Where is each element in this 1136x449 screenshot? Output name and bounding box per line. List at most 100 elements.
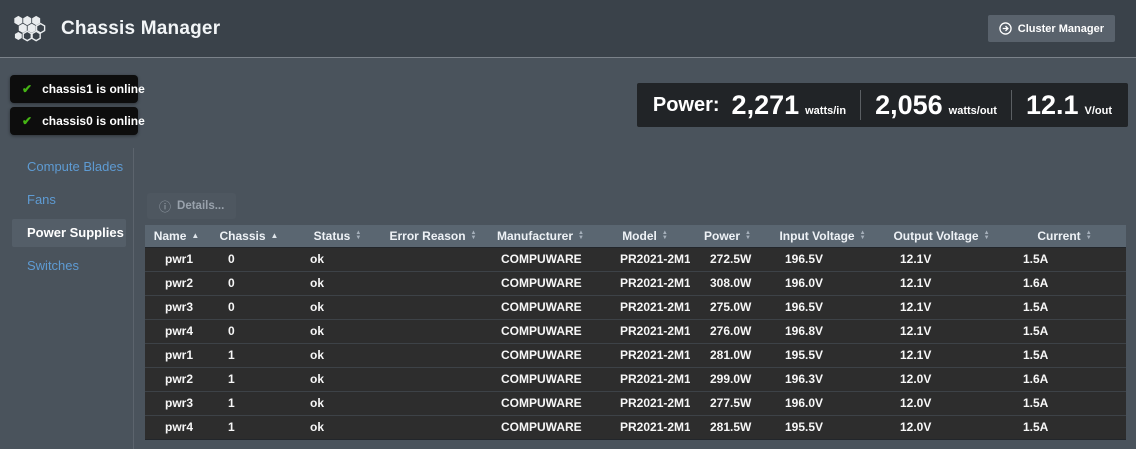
table-cell: 195.5V: [765, 343, 880, 367]
app-logo-icon: [12, 15, 48, 43]
table-cell: 12.1V: [880, 271, 1003, 295]
table-cell: PR2021-2M11: [600, 295, 690, 319]
sidebar: Compute Blades Fans Power Supplies Switc…: [0, 153, 133, 285]
column-label: Chassis: [220, 229, 266, 243]
table-cell: 281.0W: [690, 343, 765, 367]
table-cell: PR2021-2M11: [600, 343, 690, 367]
column-header[interactable]: Current ▲▼: [1003, 225, 1126, 247]
column-header[interactable]: Status ▲▼: [290, 225, 385, 247]
cluster-manager-button[interactable]: Cluster Manager: [988, 15, 1115, 42]
table-cell: COMPUWARE: [481, 271, 600, 295]
table-cell: [385, 415, 481, 439]
table-cell: [385, 271, 481, 295]
sort-icon: ▲▼: [355, 231, 361, 240]
sort-icon: ▲▼: [745, 231, 751, 240]
column-label: Current: [1037, 229, 1080, 243]
table-cell: 12.0V: [880, 367, 1003, 391]
column-header[interactable]: Error Reason ▲▼: [385, 225, 481, 247]
table-cell: COMPUWARE: [481, 391, 600, 415]
column-header[interactable]: Input Voltage ▲▼: [765, 225, 880, 247]
column-header[interactable]: Model ▲▼: [600, 225, 690, 247]
table-cell: 277.5W: [690, 391, 765, 415]
table-row[interactable]: pwr40okCOMPUWAREPR2021-2M11276.0W196.8V1…: [145, 319, 1126, 343]
table-cell: ok: [290, 391, 385, 415]
table-cell: 281.5W: [690, 415, 765, 439]
table-cell: 1: [208, 367, 290, 391]
sort-icon: ▲: [191, 231, 199, 240]
table-cell: COMPUWARE: [481, 343, 600, 367]
table-cell: 276.0W: [690, 319, 765, 343]
table-cell: pwr2: [145, 271, 208, 295]
chassis-manager-app: Chassis Manager Cluster Manager ✔ chassi…: [0, 0, 1136, 449]
sidebar-item-power-supplies[interactable]: Power Supplies: [12, 219, 126, 247]
table-body: pwr10okCOMPUWAREPR2021-2M11272.5W196.5V1…: [145, 247, 1126, 439]
info-icon: ⓘ: [159, 198, 171, 215]
table-cell: [385, 391, 481, 415]
column-header[interactable]: Chassis ▲: [208, 225, 290, 247]
table-cell: 12.0V: [880, 415, 1003, 439]
content: ✔ chassis1 is online ✔ chassis0 is onlin…: [0, 58, 1136, 449]
table-cell: pwr1: [145, 343, 208, 367]
column-header[interactable]: Output Voltage ▲▼: [880, 225, 1003, 247]
table-cell: 196.0V: [765, 391, 880, 415]
sidebar-item-switches[interactable]: Switches: [12, 252, 126, 280]
table-cell: 1.5A: [1003, 343, 1126, 367]
table-cell: 0: [208, 271, 290, 295]
sidebar-item-label: Compute Blades: [27, 159, 123, 174]
sidebar-item-label: Power Supplies: [27, 225, 124, 240]
table-row[interactable]: pwr21okCOMPUWAREPR2021-2M11299.0W196.3V1…: [145, 367, 1126, 391]
table-cell: [385, 247, 481, 271]
table-cell: COMPUWARE: [481, 247, 600, 271]
sidebar-item-label: Switches: [27, 258, 79, 273]
sidebar-item-fans[interactable]: Fans: [12, 186, 126, 214]
table-cell: pwr4: [145, 319, 208, 343]
details-button-label: Details...: [177, 200, 224, 212]
table-cell: 1: [208, 391, 290, 415]
table-cell: 1.5A: [1003, 415, 1126, 439]
table-cell: ok: [290, 415, 385, 439]
table-row[interactable]: pwr20okCOMPUWAREPR2021-2M11308.0W196.0V1…: [145, 271, 1126, 295]
sidebar-item-compute-blades[interactable]: Compute Blades: [12, 153, 126, 181]
sort-icon: ▲▼: [578, 231, 584, 240]
table-row[interactable]: pwr30okCOMPUWAREPR2021-2M11275.0W196.5V1…: [145, 295, 1126, 319]
table-cell: ok: [290, 271, 385, 295]
table-row[interactable]: pwr31okCOMPUWAREPR2021-2M11277.5W196.0V1…: [145, 391, 1126, 415]
table-cell: 1: [208, 343, 290, 367]
table-cell: COMPUWARE: [481, 367, 600, 391]
table-cell: COMPUWARE: [481, 295, 600, 319]
column-header[interactable]: Power ▲▼: [690, 225, 765, 247]
toast-message: chassis0 is online: [42, 114, 145, 128]
main-panel: ⓘ Details... Name ▲ Chassis ▲ Status ▲▼: [133, 58, 1136, 449]
table-cell: pwr3: [145, 391, 208, 415]
table-cell: 0: [208, 247, 290, 271]
arrow-circle-right-icon: [999, 22, 1012, 35]
check-icon: ✔: [22, 82, 32, 96]
table-cell: [385, 319, 481, 343]
table-cell: 12.1V: [880, 247, 1003, 271]
details-button[interactable]: ⓘ Details...: [147, 193, 236, 219]
sort-icon: ▲: [271, 231, 279, 240]
column-header[interactable]: Manufacturer ▲▼: [481, 225, 600, 247]
cluster-manager-label: Cluster Manager: [1018, 23, 1104, 35]
column-label: Output Voltage: [893, 229, 978, 243]
table-cell: pwr2: [145, 367, 208, 391]
column-header[interactable]: Name ▲: [145, 225, 208, 247]
table-cell: 195.5V: [765, 415, 880, 439]
table-cell: 196.5V: [765, 247, 880, 271]
brand: Chassis Manager: [12, 15, 220, 43]
column-label: Model: [622, 229, 657, 243]
table-row[interactable]: pwr10okCOMPUWAREPR2021-2M11272.5W196.5V1…: [145, 247, 1126, 271]
toast-notification: ✔ chassis1 is online: [10, 75, 138, 103]
sort-icon: ▲▼: [471, 231, 477, 240]
column-label: Status: [314, 229, 351, 243]
table-cell: 1: [208, 415, 290, 439]
check-icon: ✔: [22, 114, 32, 128]
table-cell: PR2021-2M11: [600, 271, 690, 295]
column-label: Input Voltage: [779, 229, 854, 243]
table-cell: 196.0V: [765, 271, 880, 295]
column-label: Error Reason: [390, 229, 466, 243]
table-row[interactable]: pwr41okCOMPUWAREPR2021-2M11281.5W195.5V1…: [145, 415, 1126, 439]
table-cell: PR2021-2M11: [600, 247, 690, 271]
sort-icon: ▲▼: [1086, 231, 1092, 240]
table-row[interactable]: pwr11okCOMPUWAREPR2021-2M11281.0W195.5V1…: [145, 343, 1126, 367]
